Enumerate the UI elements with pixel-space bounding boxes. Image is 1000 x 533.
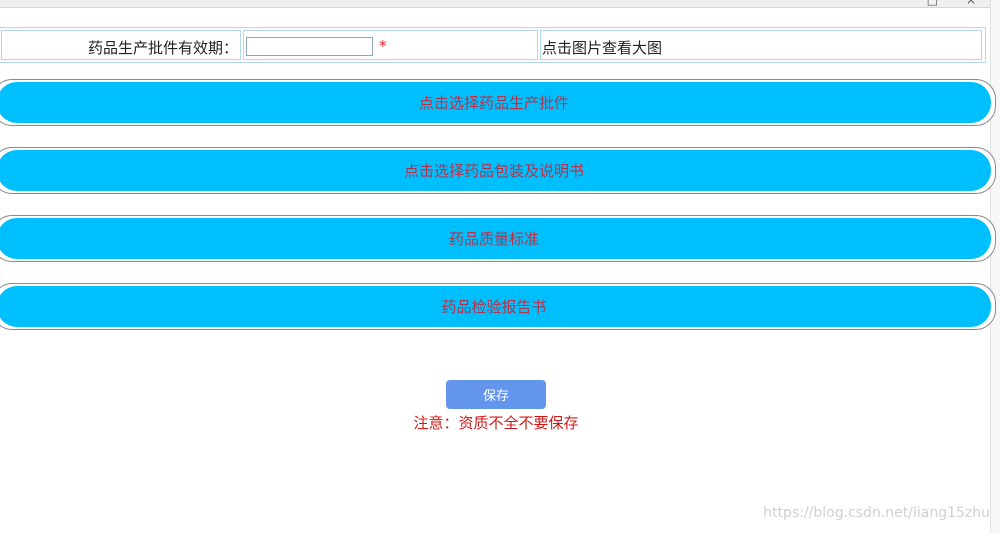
upload-inspection-report-button[interactable]: 药品检验报告书 <box>0 286 991 327</box>
validity-label-cell: 药品生产批件有效期： <box>1 30 241 60</box>
upload-license-button[interactable]: 点击选择药品生产批件 <box>0 82 991 123</box>
upload-report-frame: 药品检验报告书 <box>0 283 996 330</box>
validity-form-table: 药品生产批件有效期： * 点击图片查看大图 <box>0 27 986 63</box>
view-image-hint: 点击图片查看大图 <box>542 39 663 57</box>
upload-quality-frame: 药品质量标准 <box>0 215 996 262</box>
scrollbar-edge[interactable] <box>990 0 1000 533</box>
view-hint-cell: 点击图片查看大图 <box>540 30 982 60</box>
validity-input-cell: * <box>243 30 538 60</box>
save-button[interactable]: 保存 <box>446 380 546 409</box>
save-notice: 注意：资质不全不要保存 <box>413 414 579 432</box>
watermark: https://blog.csdn.net/liang15zhu <box>763 505 990 521</box>
required-mark: * <box>379 37 387 55</box>
validity-date-input[interactable] <box>246 37 373 56</box>
maximize-icon[interactable]: □ <box>927 0 938 7</box>
upload-quality-standard-button[interactable]: 药品质量标准 <box>0 218 991 259</box>
close-icon[interactable]: × <box>966 0 976 7</box>
upload-package-button[interactable]: 点击选择药品包装及说明书 <box>0 150 991 191</box>
upload-license-frame: 点击选择药品生产批件 <box>0 79 996 126</box>
validity-label: 药品生产批件有效期： <box>87 39 238 57</box>
window-title-bar: □ × <box>0 0 990 8</box>
window-controls: □ × <box>903 0 976 7</box>
upload-package-frame: 点击选择药品包装及说明书 <box>0 147 996 194</box>
